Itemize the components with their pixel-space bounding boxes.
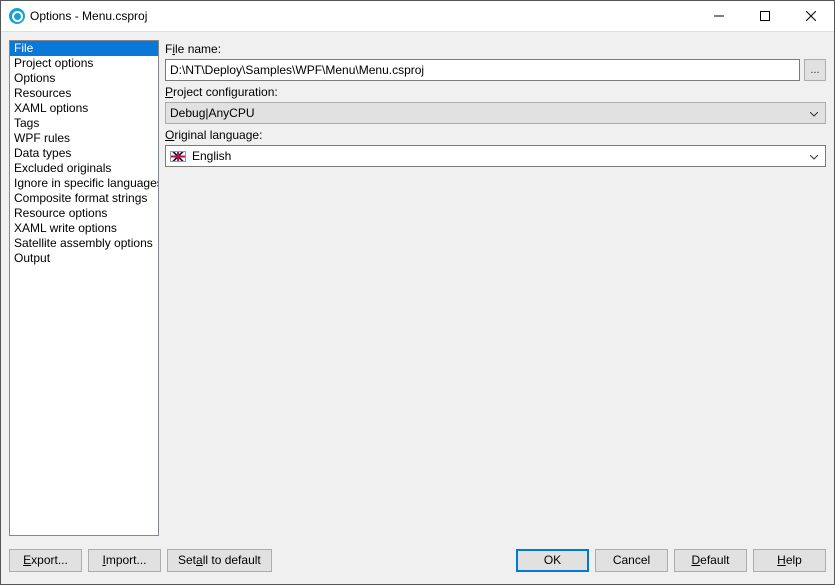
file-name-input[interactable] bbox=[165, 59, 800, 81]
window-title: Options - Menu.csproj bbox=[30, 9, 147, 23]
browse-button[interactable]: ... bbox=[804, 59, 826, 81]
project-config-label: Project configuration: bbox=[165, 85, 826, 99]
content-area: FileProject optionsOptionsResourcesXAML … bbox=[1, 32, 834, 544]
original-language-label: Original language: bbox=[165, 128, 826, 142]
category-sidebar[interactable]: FileProject optionsOptionsResourcesXAML … bbox=[9, 40, 159, 536]
sidebar-item-file[interactable]: File bbox=[10, 41, 158, 56]
title-bar: Options - Menu.csproj bbox=[1, 1, 834, 32]
close-button[interactable] bbox=[788, 1, 834, 31]
chevron-down-icon bbox=[807, 106, 821, 120]
sidebar-item-data-types[interactable]: Data types bbox=[10, 146, 158, 161]
sidebar-item-resources[interactable]: Resources bbox=[10, 86, 158, 101]
sidebar-item-excluded-originals[interactable]: Excluded originals bbox=[10, 161, 158, 176]
sidebar-item-tags[interactable]: Tags bbox=[10, 116, 158, 131]
export-button[interactable]: Export... bbox=[9, 549, 82, 572]
default-button[interactable]: Default bbox=[674, 549, 747, 572]
original-language-combo[interactable]: English bbox=[165, 145, 826, 167]
settings-panel: File name: ... Project configuration: De… bbox=[165, 40, 826, 536]
ok-button[interactable]: OK bbox=[516, 549, 589, 572]
sidebar-item-ignore-in-specific-languages[interactable]: Ignore in specific languages bbox=[10, 176, 158, 191]
minimize-button[interactable] bbox=[696, 1, 742, 31]
sidebar-item-project-options[interactable]: Project options bbox=[10, 56, 158, 71]
cancel-button[interactable]: Cancel bbox=[595, 549, 668, 572]
sidebar-item-xaml-write-options[interactable]: XAML write options bbox=[10, 221, 158, 236]
chevron-down-icon bbox=[807, 149, 821, 163]
import-button[interactable]: Import... bbox=[88, 549, 161, 572]
set-all-default-button[interactable]: Set all to default bbox=[167, 549, 272, 572]
help-button[interactable]: Help bbox=[753, 549, 826, 572]
project-config-value: Debug|AnyCPU bbox=[170, 106, 807, 120]
uk-flag-icon bbox=[170, 151, 186, 162]
original-language-value: English bbox=[192, 149, 807, 163]
sidebar-item-satellite-assembly-options[interactable]: Satellite assembly options bbox=[10, 236, 158, 251]
maximize-button[interactable] bbox=[742, 1, 788, 31]
sidebar-item-wpf-rules[interactable]: WPF rules bbox=[10, 131, 158, 146]
project-config-combo[interactable]: Debug|AnyCPU bbox=[165, 102, 826, 124]
sidebar-item-composite-format-strings[interactable]: Composite format strings bbox=[10, 191, 158, 206]
button-bar: Export... Import... Set all to default O… bbox=[1, 544, 834, 584]
sidebar-item-output[interactable]: Output bbox=[10, 251, 158, 266]
file-name-label: File name: bbox=[165, 42, 826, 56]
app-icon bbox=[9, 8, 25, 24]
sidebar-item-options[interactable]: Options bbox=[10, 71, 158, 86]
sidebar-item-resource-options[interactable]: Resource options bbox=[10, 206, 158, 221]
sidebar-item-xaml-options[interactable]: XAML options bbox=[10, 101, 158, 116]
